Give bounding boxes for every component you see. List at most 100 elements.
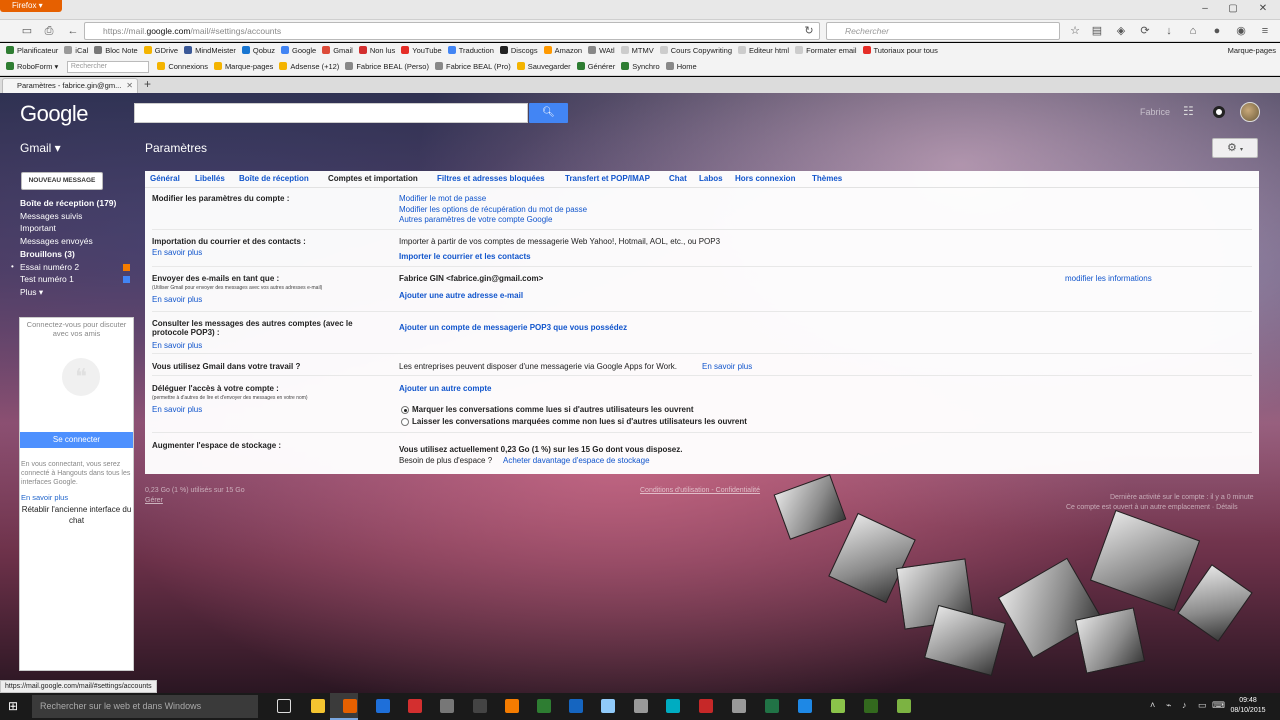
sync-icon[interactable]: ⟳ [1138, 24, 1152, 38]
bookmark-item[interactable]: Qobuz [241, 43, 275, 59]
roboform-search-input[interactable]: Rechercher [66, 60, 149, 73]
settings-tab[interactable]: Général [150, 174, 180, 183]
folder-item[interactable]: Test numéro 1 [20, 273, 138, 286]
extension-icon[interactable]: ◉ [1234, 24, 1248, 38]
change-recovery-link[interactable]: Modifier les options de récupération du … [399, 205, 587, 214]
bookmark-item[interactable]: MindMeister [184, 43, 236, 59]
buy-storage-link[interactable]: Acheter davantage d'espace de stockage [503, 456, 650, 465]
url-bar[interactable]: https://mail.google.com/mail/#settings/a… [84, 22, 820, 40]
work-learn-more-link[interactable]: En savoir plus [702, 362, 752, 371]
menu-icon[interactable]: ≡ [1258, 24, 1272, 38]
roboform-item[interactable]: Générer [576, 59, 615, 75]
settings-tab[interactable]: Hors connexion [735, 174, 795, 183]
add-delegate-account-link[interactable]: Ajouter un autre compte [399, 384, 491, 393]
send-as-learn-more-link[interactable]: En savoir plus [152, 295, 202, 304]
settings-button[interactable]: ⚙ ▾ [1212, 138, 1258, 158]
search-button[interactable]: 🔍︎ [529, 103, 568, 123]
settings-tab[interactable]: Comptes et importation [328, 174, 418, 183]
bookmark-item[interactable]: Amazon [543, 43, 582, 59]
firefox-icon[interactable] [343, 699, 357, 713]
new-tab-icon[interactable]: + [144, 77, 151, 92]
roboform-button[interactable]: RoboForm ▾ [6, 59, 58, 75]
roboform-item[interactable]: Home [665, 59, 697, 75]
file-explorer-icon[interactable] [311, 699, 325, 713]
app-icon[interactable] [831, 699, 845, 713]
bookmark-item[interactable]: YouTube [401, 43, 442, 59]
restore-old-chat-link[interactable]: Rétablir l'ancienne interface du chat [20, 504, 133, 526]
network-icon[interactable]: ⌁ [1166, 700, 1171, 711]
maximize-icon[interactable]: ▢ [1222, 2, 1244, 16]
task-view-icon[interactable] [277, 699, 291, 713]
notifications-icon[interactable] [1213, 106, 1225, 118]
tab-close-icon[interactable]: ✕ [126, 79, 133, 93]
app-icon[interactable] [601, 699, 615, 713]
user-name[interactable]: Fabrice [1140, 107, 1170, 117]
roboform-item[interactable]: Marque-pages [213, 59, 273, 75]
taskbar-search-input[interactable]: Rechercher sur le web et dans Windows [32, 695, 258, 718]
print-icon[interactable]: ⎙ [42, 24, 56, 38]
app-icon[interactable] [569, 699, 583, 713]
tray-chevron-icon[interactable]: ˄ [1150, 700, 1155, 710]
app-icon[interactable] [505, 699, 519, 713]
battery-icon[interactable]: ▭ [1198, 700, 1207, 711]
bookmark-item[interactable]: iCal [64, 43, 88, 59]
language-icon[interactable]: ⌨ [1212, 700, 1225, 711]
download-icon[interactable]: ↓ [1162, 24, 1176, 38]
other-bookmarks-button[interactable]: Marque-pages [1228, 43, 1276, 59]
add-pop3-account-link[interactable]: Ajouter un compte de messagerie POP3 que… [399, 323, 627, 332]
reload-icon[interactable]: ↻ [802, 24, 816, 38]
bookmark-item[interactable]: Formater email [795, 43, 857, 59]
folder-item[interactable]: Messages suivis [20, 210, 138, 223]
minimize-icon[interactable]: – [1194, 2, 1216, 16]
bookmark-item[interactable]: Planificateur [6, 43, 58, 59]
settings-tab[interactable]: Chat [669, 174, 687, 183]
bookmark-item[interactable]: Tutoriaux pour tous [862, 43, 938, 59]
tab-groups-icon[interactable]: ▭ [20, 24, 34, 38]
chat-learn-more-link[interactable]: En savoir plus [21, 493, 68, 502]
pop3-learn-more-link[interactable]: En savoir plus [152, 341, 202, 350]
import-learn-more-link[interactable]: En savoir plus [152, 248, 202, 257]
settings-tab[interactable]: Transfert et POP/IMAP [565, 174, 650, 183]
browser-tab-gmail[interactable]: Paramètres - fabrice.gin@gm... ✕ [2, 78, 138, 93]
settings-tab[interactable]: Libellés [195, 174, 225, 183]
roboform-item[interactable]: Fabrice BEAL (Perso) [345, 59, 429, 75]
bookmark-item[interactable]: Gmail [322, 43, 353, 59]
folder-item[interactable]: Brouillons (3) [20, 248, 138, 261]
browser-search-input[interactable]: Rechercher [826, 22, 1060, 40]
compose-button[interactable]: NOUVEAU MESSAGE [21, 172, 103, 190]
addon-icon[interactable]: ● [1210, 24, 1224, 38]
app-icon[interactable] [666, 699, 680, 713]
mail-search-input[interactable] [134, 103, 528, 123]
windows-start-icon[interactable]: ⊞ [8, 699, 22, 713]
folder-item[interactable]: Important [20, 222, 138, 235]
change-password-link[interactable]: Modifier le mot de passe [399, 194, 486, 203]
volume-icon[interactable]: ♪ [1182, 700, 1187, 710]
bookmark-item[interactable]: MTMV [620, 43, 654, 59]
folder-item[interactable]: Messages envoyés [20, 235, 138, 248]
edit-info-link[interactable]: modifier les informations [1065, 274, 1152, 283]
app-icon[interactable] [440, 699, 454, 713]
avatar[interactable] [1240, 102, 1260, 122]
folder-item[interactable]: Boîte de réception (179) [20, 197, 138, 210]
roboform-item[interactable]: Sauvegarder [516, 59, 571, 75]
settings-tab[interactable]: Filtres et adresses bloquées [437, 174, 545, 183]
roboform-item[interactable]: Adsense (+12) [279, 59, 339, 75]
bookmark-item[interactable]: Bloc Note [94, 43, 138, 59]
edge-icon[interactable] [376, 699, 390, 713]
bookmark-item[interactable]: Discogs [499, 43, 538, 59]
bookmark-item[interactable]: Non lus [358, 43, 395, 59]
apps-grid-icon[interactable]: ☷ [1183, 104, 1197, 118]
reading-list-icon[interactable]: ▤ [1090, 24, 1104, 38]
app-icon[interactable] [699, 699, 713, 713]
folder-item[interactable]: Plus ▾ [20, 286, 138, 299]
firefox-menu-button[interactable]: Firefox ▾ [0, 0, 62, 12]
bookmark-item[interactable]: Editeur html [738, 43, 789, 59]
add-email-address-link[interactable]: Ajouter une autre adresse e-mail [399, 291, 523, 300]
settings-tab[interactable]: Boîte de réception [239, 174, 309, 183]
app-icon[interactable] [897, 699, 911, 713]
bookmark-item[interactable]: Traduction [447, 43, 494, 59]
mark-read-radio[interactable] [401, 406, 409, 414]
bookmark-star-icon[interactable]: ☆ [1068, 24, 1082, 38]
roboform-item[interactable]: Fabrice BEAL (Pro) [434, 59, 511, 75]
leave-unread-option[interactable]: Laisser les conversations marquées comme… [412, 417, 747, 426]
